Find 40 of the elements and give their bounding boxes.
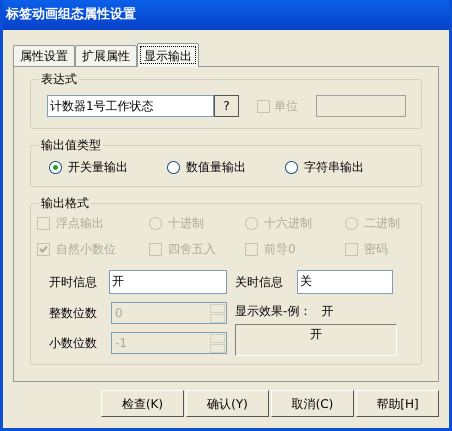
option-label: 自然小数位 [56, 241, 116, 258]
radio-button[interactable] [167, 160, 180, 174]
tab[interactable]: 扩展属性 [75, 45, 137, 66]
option-label: 前导0 [264, 241, 296, 258]
dialog-button[interactable]: 确认(Y) [186, 390, 269, 417]
unit-field[interactable] [316, 95, 406, 117]
field-value: -1 [115, 335, 127, 352]
dialog-button[interactable]: 取消(C) [271, 390, 354, 417]
preview-text: 开 [310, 326, 322, 343]
option-label: 密码 [364, 241, 388, 258]
group-label: 输出值类型 [39, 137, 103, 153]
window-title: 标签动画组态属性设置 [6, 6, 136, 24]
option-label: 二进制 [364, 215, 400, 232]
group-label: 表达式 [39, 71, 79, 87]
radio-label: 数值量输出 [186, 159, 246, 176]
radio-label: 字符串输出 [304, 159, 364, 176]
tab[interactable]: 属性设置 [13, 45, 75, 66]
field-value: 0 [115, 305, 123, 322]
unit-label: 单位 [274, 98, 298, 115]
tab[interactable]: 显示输出 [137, 43, 199, 67]
option-label: 十进制 [168, 215, 204, 232]
on-text-field[interactable]: 开 [109, 270, 227, 294]
dialog-button[interactable]: 检查(K) [101, 390, 184, 417]
option-label: 十六进制 [264, 215, 312, 232]
field-label: 开时信息 [48, 274, 98, 291]
dialog-button[interactable]: 帮助[H] [356, 390, 439, 417]
preview-label: 显示效果-例： [235, 303, 312, 320]
option-label: 四舍五入 [168, 241, 216, 258]
group-label: 输出格式 [39, 195, 91, 211]
off-text-field[interactable]: 关 [297, 270, 393, 294]
preview-sample: 开 [321, 303, 334, 320]
field-label: 关时信息 [234, 274, 284, 291]
help-button[interactable]: ? [214, 95, 239, 117]
field-label: 小数位数 [48, 335, 98, 352]
radio-button[interactable] [49, 160, 62, 174]
expression-field[interactable]: 计数器1号工作状态 [47, 95, 214, 117]
option-label: 浮点输出 [56, 215, 104, 232]
radio-button[interactable] [285, 160, 298, 174]
radio-label: 开关量输出 [68, 159, 128, 176]
field-label: 整数位数 [48, 305, 98, 322]
